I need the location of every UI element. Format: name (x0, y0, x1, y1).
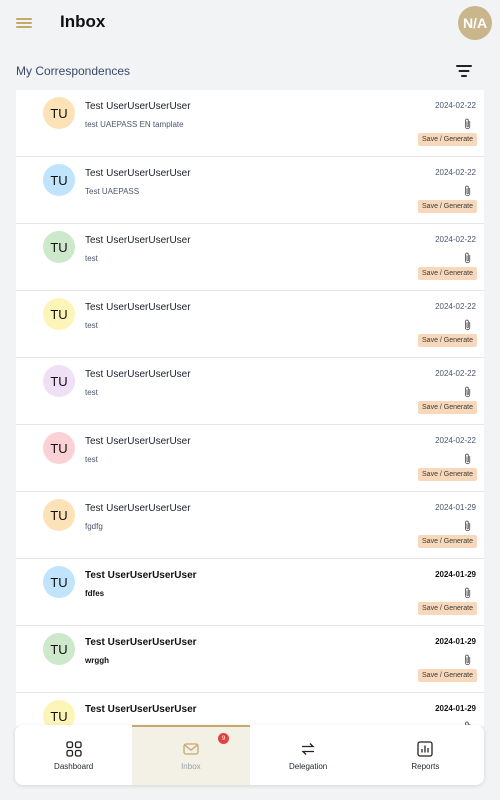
date: 2024-01-29 (435, 704, 476, 713)
sender-name: Test UserUserUserUser (85, 637, 197, 648)
subject: fgdfg (85, 522, 103, 531)
list-item[interactable]: TU Test UserUserUserUser test UAEPASS EN t… (16, 90, 484, 157)
top-bar: Inbox N/A (0, 0, 500, 50)
save-generate-button[interactable]: Save / Generate (418, 133, 477, 146)
attachment-icon (463, 318, 473, 331)
list-item[interactable]: TU Test UserUserUserUser test 2024-02-22 Sav… (16, 358, 484, 425)
date: 2024-02-22 (435, 369, 476, 378)
save-generate-button[interactable]: Save / Generate (418, 602, 477, 615)
date: 2024-01-29 (435, 503, 476, 512)
save-generate-button[interactable]: Save / Generate (418, 334, 477, 347)
menu-icon (16, 18, 32, 20)
nav-label: Dashboard (54, 761, 94, 771)
nav-item-reports[interactable]: Reports (367, 725, 484, 785)
correspondence-list[interactable]: TU Test UserUserUserUser test UAEPASS EN t… (16, 90, 484, 726)
avatar: TU (43, 231, 75, 263)
menu-button[interactable] (14, 14, 34, 32)
attachment-icon (463, 251, 473, 264)
attachment-icon (463, 117, 473, 130)
bar-chart-icon (416, 740, 434, 758)
save-generate-button[interactable]: Save / Generate (418, 267, 477, 280)
subject: wrggh (85, 656, 109, 665)
mail-icon (182, 740, 200, 758)
subject: Test UAEPASS (85, 187, 140, 196)
date: 2024-02-22 (435, 436, 476, 445)
avatar: TU (43, 499, 75, 531)
attachment-icon (463, 385, 473, 398)
avatar: TU (43, 432, 75, 464)
save-generate-button[interactable]: Save / Generate (418, 401, 477, 414)
subject: test (85, 388, 98, 397)
dashboard-icon (65, 740, 83, 758)
sender-name: Test UserUserUserUser (85, 570, 197, 581)
nav-item-delegation[interactable]: Delegation (250, 725, 367, 785)
attachment-icon (463, 586, 473, 599)
sender-name: Test UserUserUserUser (85, 369, 191, 380)
sender-name: Test UserUserUserUser (85, 235, 191, 246)
subject: test (85, 455, 98, 464)
sender-name: Test UserUserUserUser (85, 302, 191, 313)
avatar: TU (43, 298, 75, 330)
nav-label: Delegation (289, 761, 328, 771)
sender-name: Test UserUserUserUser (85, 503, 191, 514)
attachment-icon (463, 519, 473, 532)
list-item[interactable]: TU Test UserUserUserUser test 2024-02-22 Sav… (16, 425, 484, 492)
subject: test UAEPASS EN tamplate (85, 120, 184, 129)
subject: test (85, 254, 98, 263)
nav-label: Inbox (181, 761, 201, 771)
date: 2024-01-29 (435, 570, 476, 579)
sender-name: Test UserUserUserUser (85, 101, 191, 112)
save-generate-button[interactable]: Save / Generate (418, 200, 477, 213)
save-generate-button[interactable]: Save / Generate (418, 669, 477, 682)
date: 2024-01-29 (435, 637, 476, 646)
avatar: TU (43, 365, 75, 397)
nav-item-dashboard[interactable]: Dashboard (15, 725, 132, 785)
save-generate-button[interactable]: Save / Generate (418, 468, 477, 481)
list-item[interactable]: TU Test UserUserUserUser wrggh 2024-01-29 Sa… (16, 626, 484, 693)
filter-icon (456, 65, 472, 67)
list-item[interactable]: TU Test UserUserUserUser fdfes 2024-01-29 Sa… (16, 559, 484, 626)
date: 2024-02-22 (435, 168, 476, 177)
list-item[interactable]: TU Test UserUserUserUser 2024-01-29 (16, 693, 484, 726)
transfer-icon (299, 740, 317, 758)
save-generate-button[interactable]: Save / Generate (418, 535, 477, 548)
avatar: TU (43, 97, 75, 129)
bottom-navigation: Dashboard Inbox Delegation Reports (15, 725, 484, 785)
list-item[interactable]: TU Test UserUserUserUser test 2024-02-22 Sav… (16, 291, 484, 358)
date: 2024-02-22 (435, 235, 476, 244)
date: 2024-02-22 (435, 101, 476, 110)
section-label: My Correspondences (16, 64, 131, 78)
sender-name: Test UserUserUserUser (85, 704, 197, 715)
list-item[interactable]: TU Test UserUserUserUser test 2024-02-22 Sav… (16, 224, 484, 291)
avatar: TU (43, 700, 75, 726)
subject: fdfes (85, 589, 105, 598)
subject: test (85, 321, 98, 330)
attachment-icon (463, 452, 473, 465)
inbox-count-badge: 9 (218, 733, 229, 744)
avatar: TU (43, 633, 75, 665)
nav-label: Reports (411, 761, 440, 771)
sender-name: Test UserUserUserUser (85, 436, 191, 447)
attachment-icon (463, 184, 473, 197)
user-avatar[interactable]: N/A (458, 6, 492, 40)
page-title: Inbox (60, 12, 106, 31)
avatar: TU (43, 566, 75, 598)
attachment-icon (463, 653, 473, 666)
date: 2024-02-22 (435, 302, 476, 311)
avatar: TU (43, 164, 75, 196)
nav-item-inbox[interactable]: Inbox (132, 725, 250, 785)
sender-name: Test UserUserUserUser (85, 168, 191, 179)
list-item[interactable]: TU Test UserUserUserUser Test UAEPASS 2024-… (16, 157, 484, 224)
list-item[interactable]: TU Test UserUserUserUser fgdfg 2024-01-29 Sa… (16, 492, 484, 559)
filter-button[interactable] (455, 63, 473, 79)
